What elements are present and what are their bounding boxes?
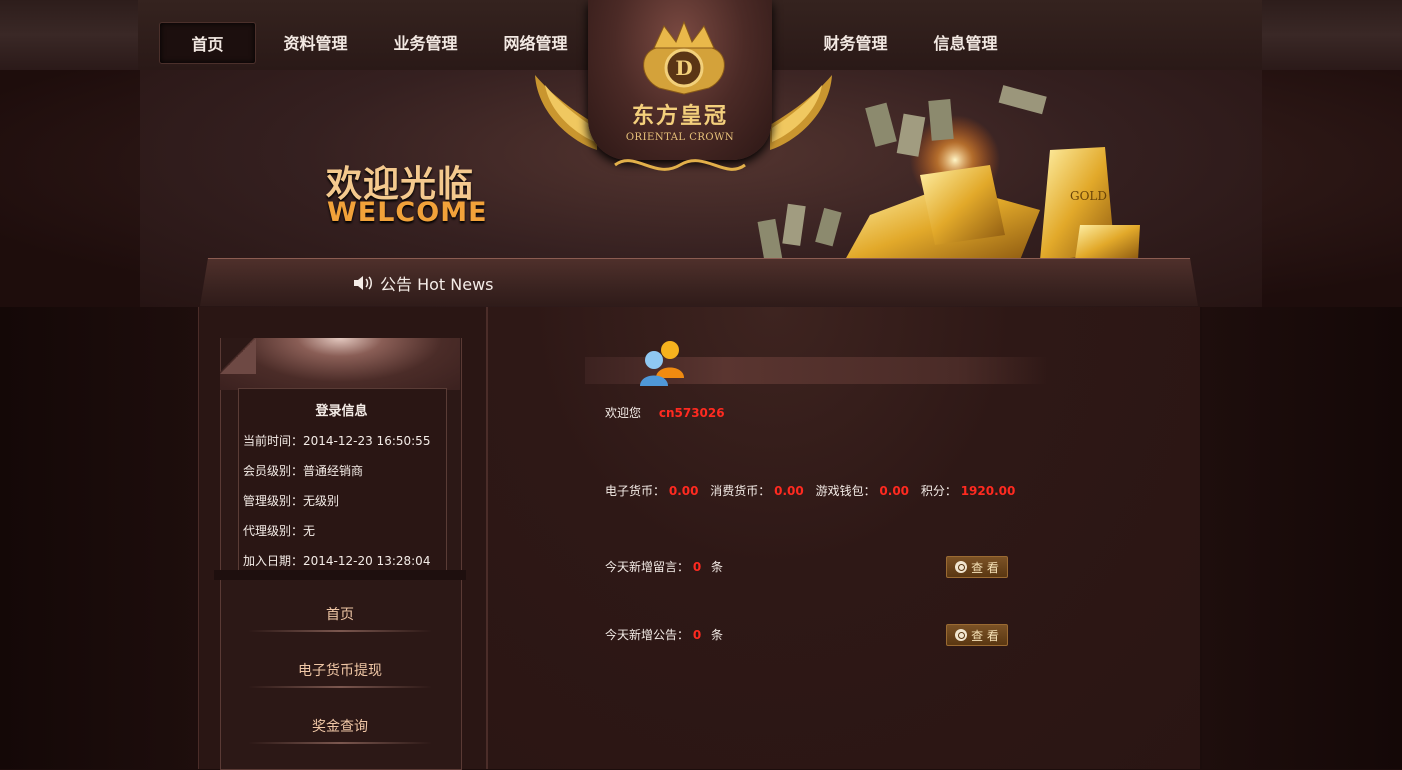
consume-label: 消费货币：: [710, 484, 771, 498]
logo-title-cn: 东方皇冠: [631, 103, 728, 129]
gold-bars-illustration-icon: GOLD: [757, 85, 1140, 262]
users-icon: [640, 341, 684, 386]
balance-line: 电子货币： 0.00 消费货币： 0.00 游戏钱包： 0.00 积分： 192…: [605, 482, 1015, 499]
nav-item-home[interactable]: 首页: [159, 22, 256, 64]
points-value: 1920.00: [960, 484, 1016, 498]
crown-emblem-icon: D: [643, 20, 725, 95]
nav-item-profile[interactable]: 资料管理: [268, 22, 363, 62]
wallet-value: 0.00: [879, 484, 910, 498]
sidebar-divider: [214, 570, 466, 580]
sidebar-divider-line: [248, 630, 432, 632]
login-header-glow: [220, 338, 460, 390]
scroll-ornament-icon: [614, 159, 746, 171]
new-notices-count: 0: [692, 628, 702, 642]
nav-item-info[interactable]: 信息管理: [918, 22, 1013, 62]
sidebar-divider-line: [248, 742, 432, 744]
new-notices-line: 今天新增公告： 0 条: [605, 626, 723, 643]
logo-title-en: ORIENTAL CROWN: [625, 132, 735, 143]
welcome-title-en: WELCOME: [327, 197, 488, 228]
sidebar-item-bonus-query[interactable]: 奖金查询: [221, 716, 459, 736]
login-join-date: 加入日期：2014-12-20 13:28:04: [243, 554, 431, 568]
login-info-title: 登录信息: [315, 404, 368, 419]
magnifier-icon: [955, 629, 968, 641]
new-messages-count: 0: [692, 560, 702, 574]
magnifier-icon: [955, 561, 968, 573]
new-notices-label: 今天新增公告：: [605, 628, 690, 642]
new-messages-label: 今天新增留言：: [605, 560, 690, 574]
username: cn573026: [658, 406, 725, 420]
points-label: 积分：: [920, 484, 957, 498]
news-bar: [200, 258, 1198, 306]
consume-value: 0.00: [774, 484, 804, 498]
ecash-label: 电子货币：: [605, 484, 666, 498]
welcome-label: 欢迎您: [605, 406, 642, 420]
sidebar-item-ecash-withdraw[interactable]: 电子货币提现: [221, 660, 459, 680]
wallet-label: 游戏钱包：: [815, 484, 876, 498]
news-ticker[interactable]: 公告 Hot News: [352, 271, 494, 295]
login-admin-level: 管理级别：无级别: [243, 494, 340, 508]
emblem-letter: D: [675, 56, 692, 80]
new-messages-unit: 条: [711, 560, 724, 574]
news-label: 公告 Hot News: [380, 275, 494, 294]
view-messages-button[interactable]: 查 看: [946, 556, 1008, 578]
view-notices-label: 查 看: [971, 628, 999, 643]
speaker-icon: [354, 276, 372, 290]
welcome-line: 欢迎您 cn573026: [605, 404, 725, 421]
login-current-time: 当前时间：2014-12-23 16:50:55: [243, 434, 431, 448]
nav-item-finance[interactable]: 财务管理: [808, 22, 903, 62]
sidebar-item-home[interactable]: 首页: [221, 604, 459, 624]
new-notices-unit: 条: [711, 628, 724, 642]
nav-item-network[interactable]: 网络管理: [488, 22, 583, 62]
nav-item-business[interactable]: 业务管理: [378, 22, 473, 62]
svg-text:GOLD: GOLD: [1070, 189, 1107, 203]
sidebar-divider-line: [248, 686, 432, 688]
view-messages-label: 查 看: [971, 560, 999, 575]
login-member-level: 会员级别：普通经销商: [243, 464, 364, 478]
new-messages-line: 今天新增留言： 0 条: [605, 558, 723, 575]
view-notices-button[interactable]: 查 看: [946, 624, 1008, 646]
ecash-value: 0.00: [668, 484, 699, 498]
page-fold-icon: [220, 338, 256, 374]
login-agent-level: 代理级别：无: [243, 524, 316, 538]
